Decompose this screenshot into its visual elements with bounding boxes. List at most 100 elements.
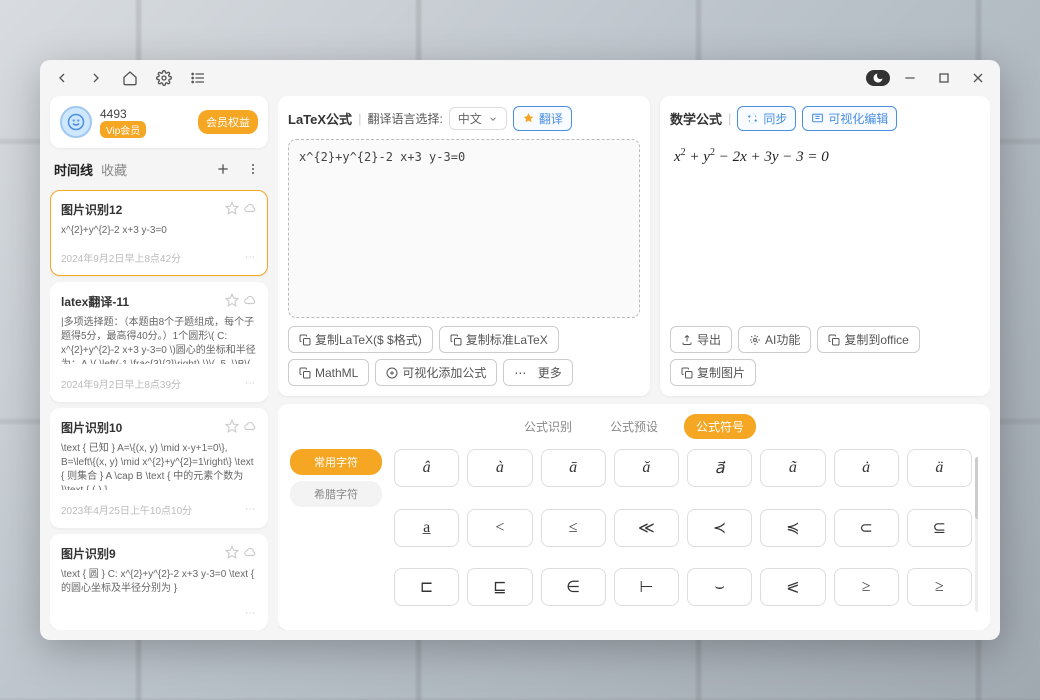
- more-button[interactable]: [242, 158, 264, 180]
- settings-button[interactable]: [150, 64, 178, 92]
- darkmode-toggle[interactable]: [866, 70, 890, 86]
- copy-latex-button[interactable]: 复制LaTeX($ $格式): [288, 326, 433, 353]
- cat-common[interactable]: 常用字符: [290, 449, 382, 475]
- main-area: LaTeX公式 | 翻译语言选择: 中文 翻译 x^{2}+y^{2}-2 x+…: [278, 96, 990, 630]
- star-icon[interactable]: [225, 419, 239, 436]
- cat-greek[interactable]: 希腊字符: [290, 481, 382, 507]
- add-button[interactable]: [212, 158, 234, 180]
- history-title: 图片识别10: [61, 419, 122, 436]
- more-latex-button[interactable]: ⋯ 更多: [503, 359, 572, 386]
- symbol-cell[interactable]: ⊑: [467, 568, 532, 606]
- copy-std-latex-button[interactable]: 复制标准LaTeX: [439, 326, 559, 353]
- cloud-icon[interactable]: [243, 419, 257, 436]
- history-item[interactable]: 图片识别12 x^{2}+y^{2}-2 x+3 y-3=0 2024年9月2日…: [50, 190, 268, 276]
- symbol-cell[interactable]: ⪕: [760, 568, 825, 606]
- btab-symbols[interactable]: 公式符号: [684, 414, 756, 439]
- symbol-cell[interactable]: a⃗: [687, 449, 752, 487]
- symbol-cell[interactable]: ≪: [614, 509, 679, 547]
- ai-button[interactable]: AI功能: [738, 326, 811, 353]
- symbol-cell[interactable]: â: [394, 449, 459, 487]
- translate-button[interactable]: 翻译: [513, 106, 572, 131]
- sync-button[interactable]: 同步: [737, 106, 796, 131]
- math-panel: 数学公式 | 同步 可视化编辑 x2 + y2 − 2x + 3y − 3 = …: [660, 96, 990, 396]
- history-more-icon[interactable]: ⋯: [245, 378, 257, 389]
- history-time: 2024年9月2日早上8点39分: [61, 376, 181, 391]
- sidebar: 4493 Vip会员 会员权益 时间线 收藏 图片识别12 x^{2}+y^{2…: [50, 96, 268, 630]
- btab-preset[interactable]: 公式预设: [598, 414, 670, 439]
- history-body: \text { 圆 } C: x^{2}+y^{2}-2 x+3 y-3=0 \…: [61, 568, 257, 596]
- history-more-icon[interactable]: ⋯: [245, 504, 257, 515]
- bottom-body: 常用字符 希腊字符 âàāăa⃗ãȧäa̲<≤≪≺≼⊂⊆⊏⊑∈⊢⌣⪕≥≥: [290, 449, 978, 620]
- history-item[interactable]: 图片识别9 \text { 圆 } C: x^{2}+y^{2}-2 x+3 y…: [50, 534, 268, 630]
- tab-timeline[interactable]: 时间线: [54, 160, 93, 179]
- history-time: 2024年9月2日早上8点42分: [61, 250, 181, 265]
- symbol-cell[interactable]: ⊏: [394, 568, 459, 606]
- symbol-cell[interactable]: ⌣: [687, 568, 752, 606]
- latex-input[interactable]: x^{2}+y^{2}-2 x+3 y-3=0: [288, 139, 640, 318]
- symbol-cell[interactable]: ⊂: [834, 509, 899, 547]
- history-body: |多项选择题：（本题由8个子题组成，每个子题得5分，最高得40分。）1个圆形\(…: [61, 316, 257, 364]
- math-panel-header: 数学公式 | 同步 可视化编辑: [670, 106, 980, 131]
- cloud-icon[interactable]: [243, 545, 257, 562]
- visual-edit-button[interactable]: 可视化编辑: [802, 106, 897, 131]
- symbol-cell[interactable]: ≺: [687, 509, 752, 547]
- avatar[interactable]: [60, 106, 92, 138]
- cloud-icon[interactable]: [243, 201, 257, 218]
- user-id: 4493: [100, 107, 146, 121]
- symbol-cell[interactable]: ≥: [834, 568, 899, 606]
- bottom-tabs: 公式识别 公式预设 公式符号: [290, 414, 978, 439]
- symbol-cell[interactable]: <: [467, 509, 532, 547]
- visual-add-button[interactable]: 可视化添加公式: [375, 359, 497, 386]
- symbol-cell[interactable]: ∈: [541, 568, 606, 606]
- history-time: 2023年4月25日上午10点10分: [61, 502, 192, 517]
- symbol-cell[interactable]: ⊢: [614, 568, 679, 606]
- history-item[interactable]: 图片识别10 \text { 已知 } A=\{(x, y) \mid x-y+…: [50, 408, 268, 528]
- copy-office-button[interactable]: 复制到office: [817, 326, 919, 353]
- home-button[interactable]: [116, 64, 144, 92]
- scrollbar[interactable]: [975, 457, 978, 612]
- export-button[interactable]: 导出: [670, 326, 732, 353]
- cloud-icon[interactable]: [243, 293, 257, 310]
- symbol-cell[interactable]: ≼: [760, 509, 825, 547]
- history-more-icon[interactable]: ⋯: [245, 608, 257, 619]
- history-list: 图片识别12 x^{2}+y^{2}-2 x+3 y-3=0 2024年9月2日…: [50, 190, 268, 630]
- list-button[interactable]: [184, 64, 212, 92]
- latex-panel: LaTeX公式 | 翻译语言选择: 中文 翻译 x^{2}+y^{2}-2 x+…: [278, 96, 650, 396]
- symbol-cell[interactable]: ă: [614, 449, 679, 487]
- profile-card: 4493 Vip会员 会员权益: [50, 96, 268, 148]
- symbol-cell[interactable]: ã: [760, 449, 825, 487]
- symbol-cell[interactable]: ā: [541, 449, 606, 487]
- symbol-cell[interactable]: ≤: [541, 509, 606, 547]
- nav-forward-button[interactable]: [82, 64, 110, 92]
- symbol-cell[interactable]: ≥: [907, 568, 972, 606]
- close-button[interactable]: [964, 64, 992, 92]
- symbol-cell[interactable]: a̲: [394, 509, 459, 547]
- star-icon[interactable]: [225, 201, 239, 218]
- tab-favorites[interactable]: 收藏: [101, 160, 127, 179]
- latex-title: LaTeX公式: [288, 109, 352, 128]
- history-more-icon[interactable]: ⋯: [245, 252, 257, 263]
- btab-recognize[interactable]: 公式识别: [512, 414, 584, 439]
- minimize-button[interactable]: [896, 64, 924, 92]
- scroll-thumb[interactable]: [975, 457, 978, 519]
- latex-panel-header: LaTeX公式 | 翻译语言选择: 中文 翻译: [288, 106, 640, 131]
- lang-select[interactable]: 中文: [449, 107, 507, 130]
- history-item[interactable]: latex翻译-11 |多项选择题：（本题由8个子题组成，每个子题得5分，最高得…: [50, 282, 268, 402]
- maximize-button[interactable]: [930, 64, 958, 92]
- symbol-cell[interactable]: à: [467, 449, 532, 487]
- symbol-cell[interactable]: ȧ: [834, 449, 899, 487]
- math-title: 数学公式: [670, 109, 722, 128]
- app-window: 4493 Vip会员 会员权益 时间线 收藏 图片识别12 x^{2}+y^{2…: [40, 60, 1000, 640]
- symbol-cell[interactable]: ä: [907, 449, 972, 487]
- lang-label: 翻译语言选择:: [367, 110, 442, 127]
- symbol-cell[interactable]: ⊆: [907, 509, 972, 547]
- formula-render: x2 + y2 − 2x + 3y − 3 = 0: [670, 139, 980, 318]
- star-icon[interactable]: [225, 545, 239, 562]
- latex-buttons: 复制LaTeX($ $格式) 复制标准LaTeX MathML 可视化添加公式 …: [288, 326, 640, 386]
- star-icon[interactable]: [225, 293, 239, 310]
- copy-image-button[interactable]: 复制图片: [670, 359, 756, 386]
- nav-back-button[interactable]: [48, 64, 76, 92]
- mathml-button[interactable]: MathML: [288, 359, 369, 386]
- benefit-button[interactable]: 会员权益: [198, 110, 258, 134]
- math-buttons: 导出 AI功能 复制到office 复制图片: [670, 326, 980, 386]
